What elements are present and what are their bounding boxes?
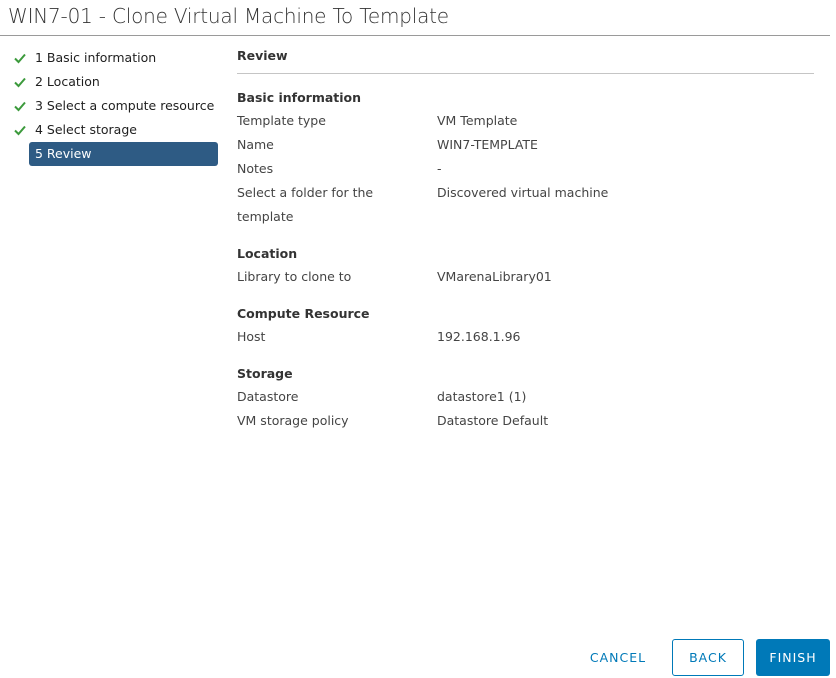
- checkmark-icon: [14, 101, 26, 112]
- section-basic-information: Basic information: [237, 90, 362, 105]
- checkmark-icon: [14, 77, 26, 88]
- folder-label: Select a folder for the template: [237, 185, 374, 224]
- host-label: Host: [237, 329, 266, 344]
- step-label: 5 Review: [35, 146, 92, 161]
- library-value: VMarenaLibrary01: [437, 269, 552, 284]
- template-type-value: VM Template: [437, 113, 518, 128]
- storage-policy-label: VM storage policy: [237, 413, 349, 428]
- checkmark-icon: [14, 53, 26, 64]
- name-label: Name: [237, 137, 274, 152]
- title-divider: [0, 35, 830, 36]
- review-divider: [237, 73, 814, 74]
- step-label: 2 Location: [35, 74, 100, 89]
- section-location: Location: [237, 246, 298, 261]
- clone-to-template-dialog: WIN7-01 - Clone Virtual Machine To Templ…: [0, 0, 836, 678]
- name-value: WIN7-TEMPLATE: [437, 137, 538, 152]
- step-select-storage[interactable]: 4 Select storage: [0, 118, 220, 142]
- step-location[interactable]: 2 Location: [0, 70, 220, 94]
- notes-value: -: [437, 161, 442, 176]
- section-storage: Storage: [237, 366, 293, 381]
- dialog-title: WIN7-01 - Clone Virtual Machine To Templ…: [8, 4, 449, 28]
- step-label: 1 Basic information: [35, 50, 157, 65]
- step-basic-information[interactable]: 1 Basic information: [0, 46, 220, 70]
- checkmark-icon: [14, 125, 26, 136]
- section-compute-resource: Compute Resource: [237, 306, 370, 321]
- datastore-label: Datastore: [237, 389, 299, 404]
- review-title: Review: [237, 48, 288, 63]
- back-button[interactable]: BACK: [672, 639, 744, 676]
- step-label: 3 Select a compute resource: [35, 98, 215, 113]
- notes-label: Notes: [237, 161, 274, 176]
- step-select-compute-resource[interactable]: 3 Select a compute resource: [0, 94, 220, 118]
- step-review[interactable]: 5 Review: [29, 142, 218, 166]
- datastore-value: datastore1 (1): [437, 389, 527, 404]
- folder-value: Discovered virtual machine: [437, 185, 609, 200]
- host-value: 192.168.1.96: [437, 329, 521, 344]
- finish-button[interactable]: FINISH: [756, 639, 830, 676]
- cancel-button[interactable]: CANCEL: [580, 639, 656, 676]
- step-label: 4 Select storage: [35, 122, 137, 137]
- storage-policy-value: Datastore Default: [437, 413, 549, 428]
- template-type-label: Template type: [237, 113, 326, 128]
- library-label: Library to clone to: [237, 269, 352, 284]
